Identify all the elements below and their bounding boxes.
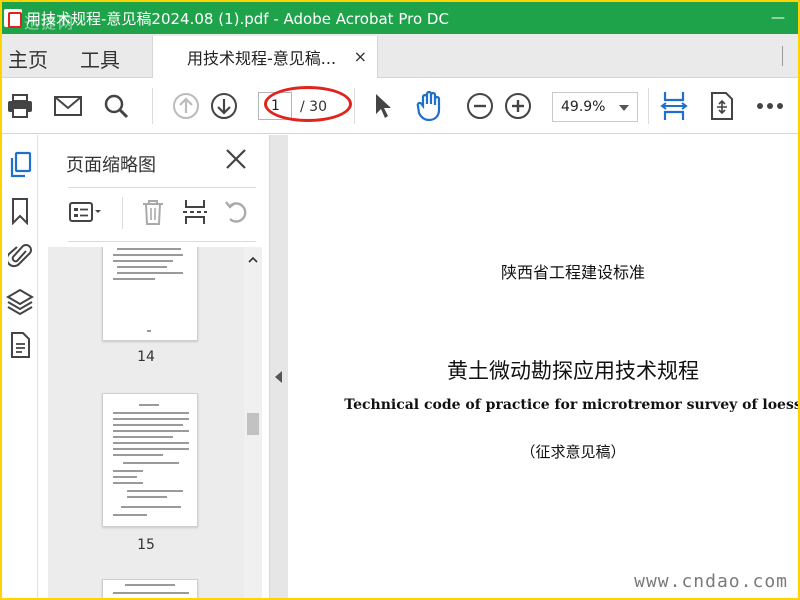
app-frame: 用技术规程-意见稿2024.08 (1).pdf - Adobe Acrobat…: [2, 2, 798, 598]
page-number-label: 15: [137, 537, 155, 553]
chevron-left-icon: [275, 371, 282, 383]
tab-document[interactable]: 用技术规程-意见稿... ×: [152, 36, 378, 78]
document-view: 陕西省工程建设标准 黄土微动勘探应用技术规程 Technical code of…: [288, 135, 798, 598]
chevron-up-icon[interactable]: [248, 255, 258, 265]
thumbnail-scrollbar[interactable]: [244, 247, 262, 598]
extract-page-icon[interactable]: [178, 197, 212, 227]
tab-home[interactable]: 主页: [8, 44, 48, 73]
tab-bar: 主页 工具 用技术规程-意见稿... ×: [2, 34, 798, 78]
close-icon[interactable]: [224, 147, 248, 171]
thumbnail-options-icon[interactable]: [68, 197, 102, 227]
window-title: 用技术规程-意见稿2024.08 (1).pdf - Adobe Acrobat…: [26, 9, 449, 28]
page-number-label: 14: [137, 349, 155, 365]
zoom-out-icon[interactable]: [464, 90, 496, 122]
tab-tools[interactable]: 工具: [80, 44, 120, 73]
divider: [68, 187, 256, 188]
more-icon[interactable]: [754, 90, 786, 122]
zoom-in-icon[interactable]: [502, 90, 534, 122]
hand-icon[interactable]: [414, 90, 446, 122]
toolbar-separator: [122, 197, 123, 229]
annotation-oval: [264, 86, 352, 122]
rotate-icon[interactable]: [220, 197, 254, 227]
navigation-rail: [2, 135, 38, 598]
acrobat-app-icon: [4, 9, 22, 28]
tab-scroll-handle[interactable]: [782, 46, 796, 66]
minimize-button[interactable]: —: [758, 2, 798, 34]
page-thumbnail-16[interactable]: [102, 579, 198, 598]
page-thumbnail-15[interactable]: [102, 393, 198, 527]
title-bar: 用技术规程-意见稿2024.08 (1).pdf - Adobe Acrobat…: [2, 2, 798, 34]
document-tab-label: 用技术规程-意见稿...: [187, 49, 337, 68]
toolbar-separator: [354, 88, 355, 124]
next-page-icon[interactable]: [208, 90, 240, 122]
chevron-down-icon: [619, 105, 629, 111]
search-icon[interactable]: [100, 90, 132, 122]
bookmark-icon[interactable]: [6, 197, 34, 225]
scrollbar-thumb[interactable]: [247, 413, 259, 435]
page-thumbnails-icon[interactable]: [6, 151, 34, 179]
layers-icon[interactable]: [6, 287, 34, 315]
prev-page-icon[interactable]: [170, 90, 202, 122]
delete-page-icon[interactable]: [136, 197, 170, 227]
attachment-icon[interactable]: [6, 241, 34, 269]
panel-title: 页面缩略图: [66, 155, 156, 176]
doc-title-en: Technical code of practice for microtrem…: [344, 397, 798, 413]
select-cursor-icon[interactable]: [366, 90, 398, 122]
thumbnails-list: 14 15: [48, 247, 244, 598]
doc-title-cn: 黄土微动勘探应用技术规程: [447, 359, 699, 383]
watermark-bottom: www.cndao.com: [634, 571, 788, 592]
thumbnail-panel: 页面缩略图 14 15: [38, 135, 270, 598]
page-thumbnail-14[interactable]: [102, 247, 198, 341]
doc-status: （征求意见稿）: [520, 443, 626, 461]
fit-page-icon[interactable]: [658, 90, 690, 122]
document-properties-icon[interactable]: [6, 331, 34, 359]
window-controls: —: [758, 2, 798, 34]
toolbar-separator: [648, 88, 649, 124]
toolbar: 1 / 30 49.9%: [2, 78, 798, 134]
rotate-page-icon[interactable]: [706, 90, 738, 122]
print-icon[interactable]: [4, 90, 36, 122]
email-icon[interactable]: [52, 90, 84, 122]
collapse-panel-handle[interactable]: [270, 135, 288, 598]
toolbar-separator: [152, 88, 153, 124]
zoom-value: 49.9%: [561, 99, 606, 115]
zoom-select[interactable]: 49.9%: [552, 92, 638, 122]
watermark-top: 迅捷网: [24, 14, 76, 32]
close-tab-button[interactable]: ×: [354, 47, 367, 66]
doc-standard-line: 陕西省工程建设标准: [500, 263, 645, 282]
divider: [68, 241, 256, 242]
